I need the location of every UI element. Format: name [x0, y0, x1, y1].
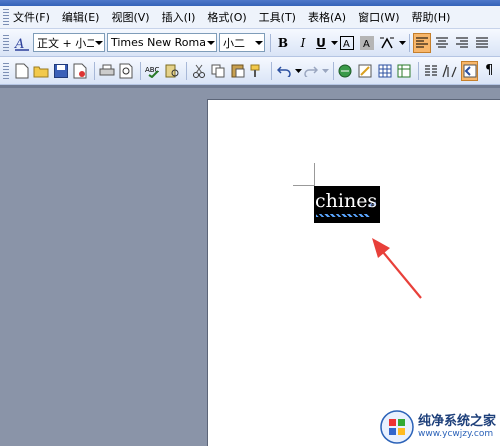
italic-button[interactable]: I — [294, 33, 312, 53]
separator — [186, 61, 187, 80]
menu-view[interactable]: 视图(V) — [111, 9, 149, 25]
watermark-title: 纯净系统之家 — [418, 413, 497, 429]
align-right-icon[interactable] — [453, 33, 471, 53]
margin-corner-mark — [293, 185, 315, 186]
toolbar-grip[interactable] — [3, 9, 9, 25]
formatting-toolbar: A 正文 + 小二 Times New Roman 小二 B I U A A — [0, 29, 500, 57]
separator — [409, 33, 410, 52]
menu-edit[interactable]: 编辑(E) — [62, 9, 100, 25]
chevron-down-icon[interactable] — [254, 34, 264, 51]
watermark-url: www.ycwjzy.com — [418, 428, 494, 439]
underline-button[interactable]: U — [314, 33, 328, 53]
copy-icon[interactable] — [210, 61, 228, 81]
styles-formatting-icon[interactable]: A — [13, 33, 31, 53]
separator — [140, 61, 141, 80]
chevron-down-icon[interactable] — [206, 34, 216, 51]
menu-format[interactable]: 格式(O) — [207, 9, 246, 25]
print-icon[interactable] — [98, 61, 116, 81]
menu-help[interactable]: 帮助(H) — [412, 9, 451, 25]
document-page[interactable] — [207, 99, 500, 446]
toolbar-grip[interactable] — [3, 34, 9, 51]
drawing-icon[interactable] — [441, 61, 459, 81]
style-combo[interactable]: 正文 + 小二 — [33, 33, 105, 52]
align-left-icon[interactable] — [413, 32, 431, 53]
workspace-edge — [0, 85, 500, 88]
permission-icon[interactable] — [71, 61, 89, 81]
selected-text[interactable]: chines — [315, 190, 377, 212]
menu-table[interactable]: 表格(A) — [308, 9, 346, 25]
undo-icon[interactable] — [275, 61, 293, 81]
columns-icon[interactable] — [422, 61, 440, 81]
bold-button[interactable]: B — [274, 33, 292, 53]
print-preview-icon[interactable] — [117, 61, 135, 81]
align-center-icon[interactable] — [433, 33, 451, 53]
character-border-icon[interactable]: A — [338, 33, 356, 53]
separator — [93, 61, 95, 80]
chevron-down-icon[interactable] — [295, 68, 303, 73]
style-value: 正文 + 小二 — [37, 36, 94, 50]
justify-icon[interactable] — [473, 33, 491, 53]
svg-text:A: A — [343, 39, 350, 50]
font-size-value: 小二 — [223, 36, 245, 50]
watermark-text: 纯净系统之家 www.ycwjzy.com — [418, 414, 496, 440]
toolbar-grip[interactable] — [3, 62, 9, 79]
separator — [332, 61, 334, 80]
paragraph-mark: ↵ — [369, 200, 378, 211]
menu-insert[interactable]: 插入(I) — [162, 9, 196, 25]
chevron-down-icon[interactable] — [322, 68, 330, 73]
paste-icon[interactable] — [229, 61, 247, 81]
redo-icon[interactable] — [302, 61, 320, 81]
open-folder-icon[interactable] — [32, 61, 50, 81]
menu-window[interactable]: 窗口(W) — [358, 9, 399, 25]
show-hide-icon[interactable]: ¶ — [480, 61, 498, 81]
spelling-squiggle — [316, 214, 370, 217]
chevron-down-icon[interactable] — [330, 40, 338, 45]
standard-toolbar: ABC ¶ — [0, 57, 500, 85]
new-document-icon[interactable] — [13, 61, 31, 81]
separator — [417, 61, 419, 80]
save-icon[interactable] — [52, 61, 70, 81]
margin-corner-mark — [314, 163, 315, 185]
watermark: 纯净系统之家 www.ycwjzy.com — [380, 408, 500, 445]
menu-tools[interactable]: 工具(T) — [259, 9, 296, 25]
document-map-icon[interactable] — [460, 60, 479, 81]
separator — [270, 33, 271, 52]
menu-bar: 文件(F) 编辑(E) 视图(V) 插入(I) 格式(O) 工具(T) 表格(A… — [0, 6, 500, 29]
character-scaling-icon[interactable] — [378, 33, 396, 53]
font-size-combo[interactable]: 小二 — [219, 33, 265, 52]
menu-file[interactable]: 文件(F) — [13, 9, 50, 25]
insert-table-icon[interactable] — [376, 61, 394, 81]
character-shading-icon[interactable]: A — [358, 33, 376, 53]
cut-icon[interactable] — [190, 61, 208, 81]
watermark-logo-icon — [380, 409, 414, 444]
svg-text:A: A — [14, 37, 24, 51]
spelling-icon[interactable]: ABC — [144, 61, 162, 81]
font-value: Times New Roman — [111, 36, 206, 49]
tables-borders-icon[interactable] — [356, 61, 374, 81]
svg-text:A: A — [363, 39, 370, 50]
annotation-arrow-icon — [372, 238, 422, 299]
hyperlink-icon[interactable] — [337, 61, 355, 81]
insert-excel-icon[interactable] — [395, 61, 413, 81]
format-painter-icon[interactable] — [249, 61, 267, 81]
chevron-down-icon[interactable] — [398, 40, 406, 45]
separator — [271, 61, 273, 80]
font-combo[interactable]: Times New Roman — [107, 33, 217, 52]
research-icon[interactable] — [164, 61, 182, 81]
chevron-down-icon[interactable] — [94, 34, 104, 51]
